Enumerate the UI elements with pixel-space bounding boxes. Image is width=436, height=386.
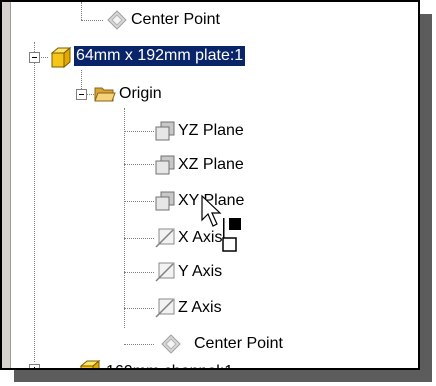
window-shadow-bottom [14, 370, 432, 382]
tree-item-label: Y Axis [178, 263, 223, 280]
tree-line [124, 344, 154, 345]
expand-toggle-channel[interactable] [29, 364, 40, 368]
center-point-icon [161, 334, 181, 354]
work-axis-icon [155, 298, 175, 318]
work-plane-icon [155, 121, 175, 141]
tree-item-label: Center Point [194, 335, 283, 352]
window-shadow-right [420, 14, 432, 382]
tree-line [124, 201, 154, 202]
tree-item-label: XZ Plane [178, 156, 244, 173]
tree-line [81, 70, 82, 91]
work-axis-icon [155, 262, 175, 282]
tree-line [124, 164, 154, 165]
tree-line [81, 20, 103, 21]
part-block-icon [79, 359, 101, 368]
drag-cursor-icon [201, 194, 241, 252]
scrollbar-left[interactable] [2, 2, 11, 368]
work-plane-icon [155, 191, 175, 211]
tree-item-label: Origin [119, 85, 162, 102]
tree-item-label: 64mm x 192mm plate:1 [74, 46, 246, 66]
tree-line [124, 108, 125, 328]
work-plane-icon [155, 155, 175, 175]
tree-line [124, 272, 154, 273]
tree-item-label: Center Point [131, 11, 220, 28]
tree-item-label: YZ Plane [178, 122, 244, 139]
tree-line [81, 2, 82, 20]
collapse-toggle-origin[interactable] [76, 89, 87, 100]
part-block-icon [50, 46, 72, 69]
collapse-toggle-plate[interactable] [29, 52, 40, 63]
tree-line [34, 42, 35, 362]
browser-tree-panel: Center Point 64mm x 192mm plate:1 Origin… [0, 0, 420, 370]
tree-item-label: 160mm channel:1 [106, 362, 233, 368]
folder-open-icon [94, 87, 116, 102]
tree-line [124, 131, 154, 132]
tree-item-label: Z Axis [178, 299, 222, 316]
work-axis-icon [155, 228, 175, 248]
tree-line [124, 308, 154, 309]
tree-line [124, 238, 154, 239]
center-point-icon [107, 10, 127, 30]
